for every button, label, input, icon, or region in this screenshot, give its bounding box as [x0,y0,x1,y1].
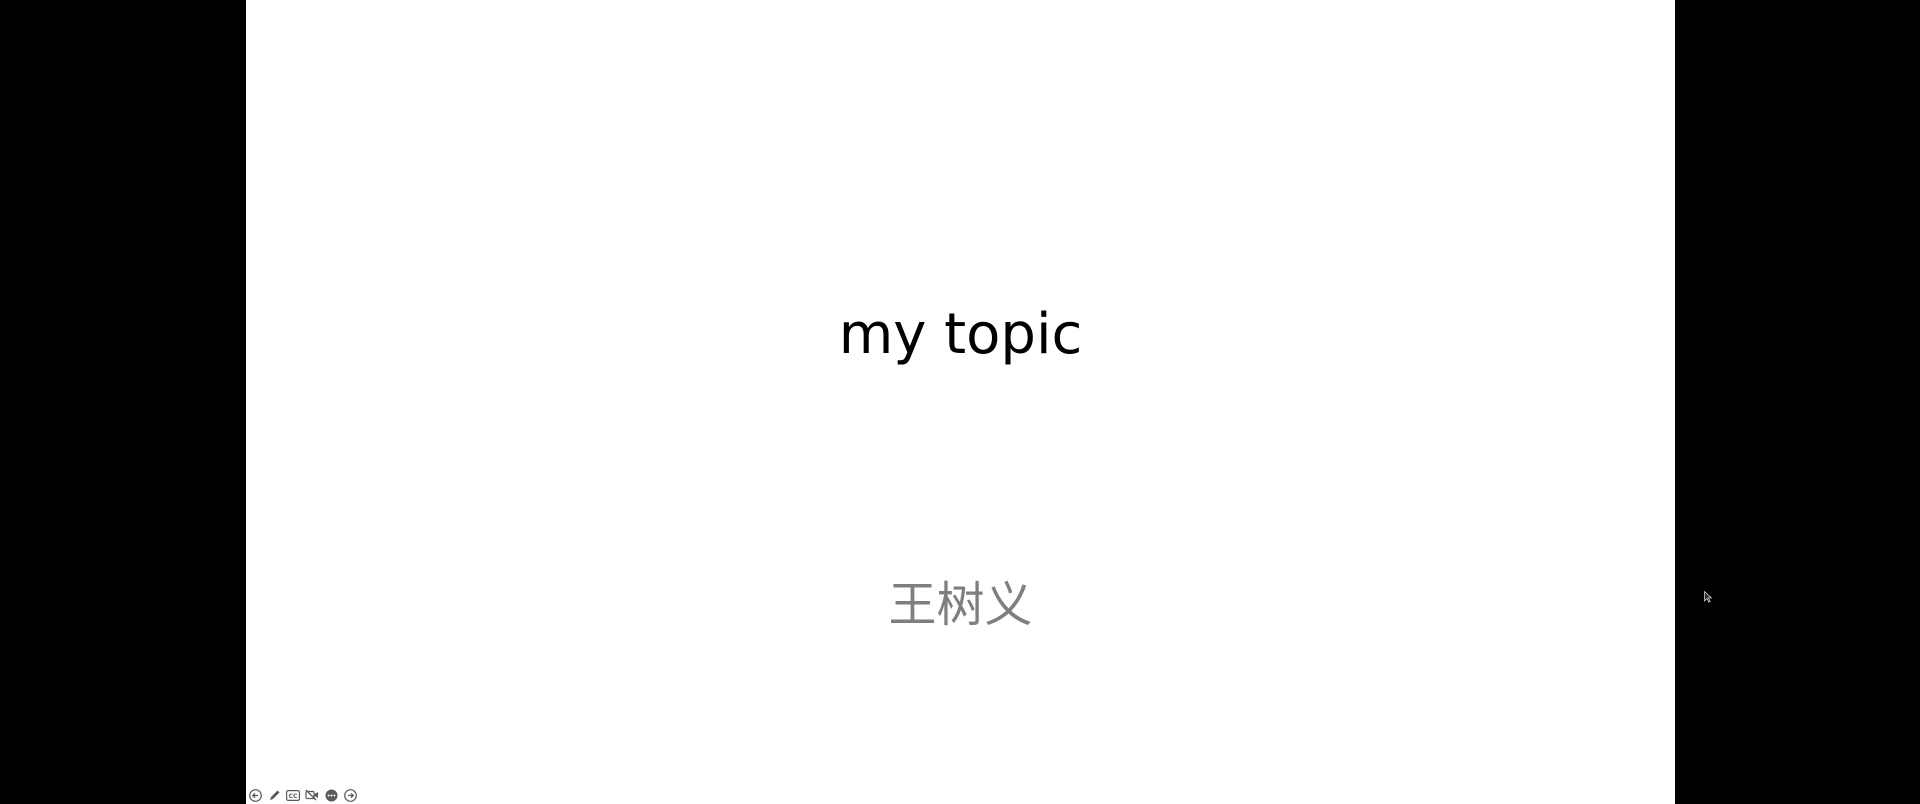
slide-title: my topic [838,302,1083,367]
mouse-cursor-icon [1704,591,1712,603]
next-slide-icon [343,788,357,802]
camera-button[interactable] [305,788,319,802]
subtitles-button[interactable]: CC [286,788,300,802]
previous-slide-button[interactable] [248,788,262,802]
subtitles-icon: CC [286,789,300,801]
presentation-screen: my topic 王树义 CC [0,0,1920,804]
svg-text:CC: CC [289,793,298,800]
pen-button[interactable] [267,788,281,802]
more-options-button[interactable] [324,788,338,802]
slideshow-controls: CC [248,787,357,803]
previous-slide-icon [248,788,262,802]
more-options-icon [325,789,337,801]
next-slide-button[interactable] [343,788,357,802]
slide-subtitle: 王树义 [888,577,1033,633]
pen-icon [269,790,279,800]
slide[interactable]: my topic 王树义 CC [246,0,1712,804]
camera-off-icon [305,789,318,801]
